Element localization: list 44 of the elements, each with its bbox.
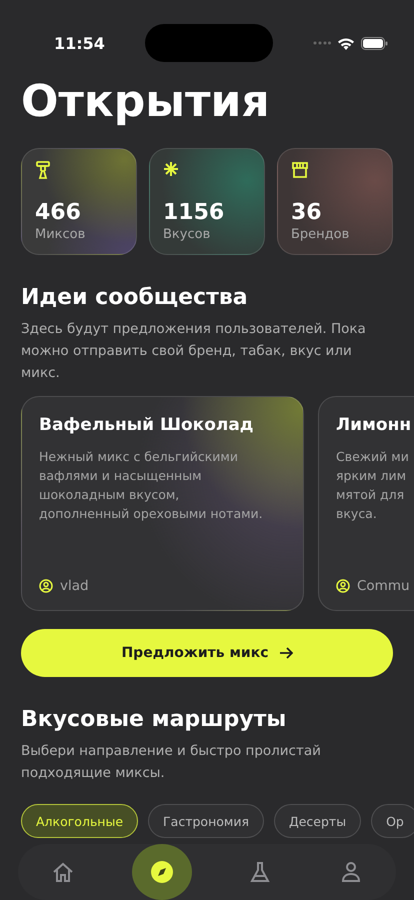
- mix-description: Свежий ми: [336, 448, 410, 466]
- mix-description: Нежный микс с бельгийскими: [39, 448, 239, 466]
- arrow-right-icon: [278, 647, 293, 659]
- mix-description: мятой для: [336, 486, 406, 504]
- section-title: Идеи сообщества: [21, 285, 249, 310]
- status-time: 11:54: [54, 34, 105, 52]
- compass-icon: [150, 860, 174, 884]
- mix-title: Вафельный Шоколад: [39, 415, 255, 435]
- hookah-icon: [35, 161, 51, 179]
- stat-value: 36: [291, 200, 323, 225]
- store-icon: [291, 161, 309, 179]
- home-icon: [52, 861, 74, 883]
- battery-icon: [361, 36, 388, 50]
- user-icon: [39, 579, 53, 593]
- stat-value: 466: [35, 200, 82, 225]
- section-description: Здесь будут предложения пользователей. Пока можно отправить свой бренд, табак, вкус или микс.: [21, 320, 367, 383]
- category-chip[interactable]: Гастрономия: [148, 804, 264, 838]
- mix-description: ярким лим: [336, 467, 408, 485]
- page-title: Открытия: [21, 76, 271, 128]
- mix-card[interactable]: Вафельный Шоколад Нежный микс с бельгийскими вафлями и насыщенным шоколадным вкусом, дополненный ореховыми нотами. vlad: [21, 396, 304, 611]
- mix-title: Лимонн: [336, 415, 412, 435]
- signal-icon: [313, 41, 331, 45]
- mix-description: вкуса.: [336, 505, 378, 523]
- stat-label: Брендов: [291, 227, 350, 242]
- section-description: Выбери направление и быстро пролистай подходящие миксы.: [21, 742, 322, 783]
- stat-label: Миксов: [35, 227, 86, 242]
- stat-label: Вкусов: [163, 227, 212, 242]
- sparkle-icon: [163, 161, 179, 177]
- mix-description: шоколадным вкусом,: [39, 486, 180, 504]
- category-chip[interactable]: Ор: [371, 804, 414, 838]
- mix-card[interactable]: Лимонн Свежий ми ярким лим мятой для вкуса. Commu: [318, 396, 414, 611]
- category-chip[interactable]: Алкогольные: [21, 804, 138, 838]
- user-icon: [336, 579, 350, 593]
- mix-description: вафлями и насыщенным: [39, 467, 203, 485]
- mix-author: vlad: [60, 578, 89, 594]
- mix-description: дополненный ореховыми нотами.: [39, 505, 264, 523]
- section-title: Вкусовые маршруты: [21, 707, 288, 732]
- stat-value: 1156: [163, 200, 226, 225]
- suggest-mix-button[interactable]: Предложить микс: [21, 629, 393, 677]
- person-icon: [340, 861, 362, 883]
- category-chip[interactable]: Десерты: [274, 804, 362, 838]
- flask-icon: [249, 861, 272, 883]
- wifi-icon: [337, 36, 355, 50]
- mix-author: Commu: [357, 578, 410, 594]
